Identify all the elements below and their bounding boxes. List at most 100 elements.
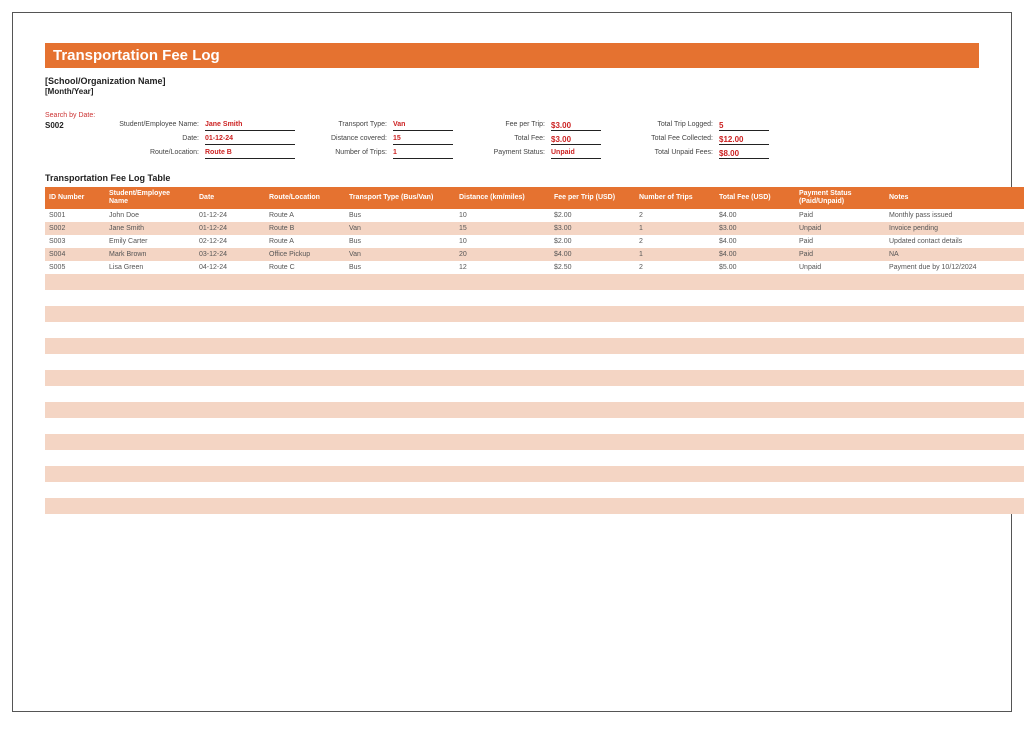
cell-blank [550,434,635,450]
cell-blank [795,498,885,514]
cell-blank [635,466,715,482]
cell-blank [105,498,195,514]
cell-blank [105,306,195,322]
cell-blank [105,322,195,338]
cell-blank [795,418,885,434]
cell-blank [455,498,550,514]
cell-name: John Doe [105,209,195,222]
cell-blank [105,386,195,402]
cell-blank [105,402,195,418]
total-fee-value: $3.00 [551,135,601,145]
table-row-blank [45,290,1024,306]
cell-blank [715,450,795,466]
cell-blank [265,322,345,338]
cell-route: Office Pickup [265,248,345,261]
total-unpaid-fees-value: $8.00 [719,149,769,159]
cell-type: Bus [345,209,455,222]
cell-blank [345,386,455,402]
cell-blank [455,418,550,434]
cell-blank [635,386,715,402]
cell-blank [345,338,455,354]
col-trips-header: Number of Trips [635,187,715,209]
cell-id: S004 [45,248,105,261]
cell-type: Van [345,248,455,261]
month-year-placeholder: [Month/Year] [45,87,979,96]
cell-blank [105,290,195,306]
cell-blank [195,370,265,386]
cell-blank [455,402,550,418]
cell-blank [345,434,455,450]
cell-blank [455,434,550,450]
date-value: 01-12-24 [205,135,295,145]
cell-blank [195,482,265,498]
search-id-value[interactable]: S002 [45,121,107,131]
cell-blank [195,450,265,466]
cell-route: Route A [265,235,345,248]
cell-blank [550,466,635,482]
cell-blank [795,290,885,306]
cell-blank [195,338,265,354]
cell-blank [550,482,635,498]
cell-blank [885,482,1024,498]
cell-blank [265,290,345,306]
cell-blank [265,370,345,386]
cell-blank [885,466,1024,482]
cell-blank [195,274,265,290]
cell-blank [550,450,635,466]
table-row-blank [45,418,1024,434]
cell-notes: Payment due by 10/12/2024 [885,261,1024,274]
table-row: S001John Doe01-12-24Route ABus10$2.002$4… [45,209,1024,222]
cell-name: Emily Carter [105,235,195,248]
cell-blank [635,418,715,434]
cell-blank [885,450,1024,466]
cell-blank [45,370,105,386]
cell-blank [885,338,1024,354]
cell-blank [45,482,105,498]
table-row-blank [45,370,1024,386]
cell-blank [795,450,885,466]
date-label: Date: [111,135,201,145]
cell-blank [455,290,550,306]
col-id-header: ID Number [45,187,105,209]
cell-blank [45,306,105,322]
cell-blank [795,322,885,338]
cell-blank [885,274,1024,290]
cell-blank [105,354,195,370]
cell-date: 01-12-24 [195,209,265,222]
cell-blank [105,466,195,482]
summary-grid: S002 Student/Employee Name: Jane Smith T… [45,121,979,159]
cell-notes: Monthly pass issued [885,209,1024,222]
cell-blank [635,306,715,322]
cell-blank [45,402,105,418]
cell-date: 01-12-24 [195,222,265,235]
cell-status: Paid [795,235,885,248]
cell-trips: 1 [635,248,715,261]
cell-id: S002 [45,222,105,235]
cell-distance: 15 [455,222,550,235]
cell-total: $5.00 [715,261,795,274]
total-trip-logged-value: 5 [719,121,769,131]
table-row-blank [45,450,1024,466]
total-fee-collected-label: Total Fee Collected: [605,135,715,145]
cell-blank [795,466,885,482]
cell-notes: NA [885,248,1024,261]
cell-total: $4.00 [715,209,795,222]
cell-blank [885,498,1024,514]
cell-blank [550,370,635,386]
cell-blank [715,418,795,434]
search-by-date-label: Search by Date: [45,112,979,119]
cell-notes: Updated contact details [885,235,1024,248]
table-title: Transportation Fee Log Table [45,173,979,183]
cell-blank [715,434,795,450]
payment-status-label: Payment Status: [457,149,547,159]
cell-blank [195,354,265,370]
transport-type-label: Transport Type: [299,121,389,131]
cell-blank [45,418,105,434]
cell-blank [715,354,795,370]
cell-blank [550,354,635,370]
cell-blank [45,338,105,354]
cell-fee: $4.00 [550,248,635,261]
cell-blank [195,290,265,306]
cell-status: Paid [795,209,885,222]
cell-status: Paid [795,248,885,261]
